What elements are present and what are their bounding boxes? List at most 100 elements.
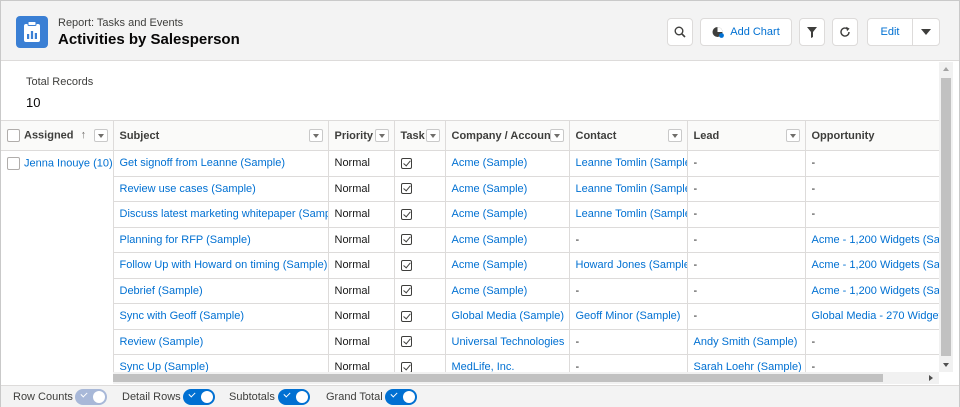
opportunity-cell-value[interactable]: Global Media - 270 Widgets bbox=[812, 310, 940, 322]
subject-cell-value[interactable]: Review (Sample) bbox=[120, 336, 204, 348]
subject-cell: Sync Up (Sample) bbox=[113, 354, 329, 372]
column-header-priority[interactable]: Priority bbox=[328, 120, 395, 151]
contact-cell-value[interactable]: Geoff Minor (Sample) bbox=[576, 310, 681, 322]
company-cell-value[interactable]: Acme (Sample) bbox=[452, 285, 528, 297]
contact-cell: - bbox=[569, 354, 688, 372]
company-cell-value[interactable]: Acme (Sample) bbox=[452, 208, 528, 220]
checked-icon bbox=[400, 285, 412, 297]
horizontal-scrollbar[interactable] bbox=[113, 372, 939, 384]
column-header-lead[interactable]: Lead bbox=[687, 120, 806, 151]
priority-cell-value: Normal bbox=[334, 310, 370, 323]
company-cell-value[interactable]: Global Media (Sample) bbox=[452, 310, 565, 322]
contact-cell-value[interactable]: Leanne Tomlin (Sample) bbox=[576, 157, 687, 169]
grand-total-toggle[interactable] bbox=[385, 389, 417, 405]
subject-cell-value[interactable]: Planning for RFP (Sample) bbox=[120, 234, 251, 246]
task-cell bbox=[394, 354, 446, 372]
table-row: Follow Up with Howard on timing (Sample)… bbox=[1, 252, 940, 279]
company-cell-value[interactable]: Acme (Sample) bbox=[452, 234, 528, 246]
group-name[interactable]: Jenna Inouye bbox=[24, 157, 90, 169]
company-cell-value[interactable]: MedLife, Inc. bbox=[452, 361, 515, 372]
lead-cell: - bbox=[687, 201, 806, 228]
add-chart-button[interactable]: Add Chart bbox=[700, 18, 792, 46]
column-header-task[interactable]: Task bbox=[394, 120, 446, 151]
chevron-down-icon bbox=[921, 29, 931, 35]
row-counts-toggle[interactable] bbox=[75, 389, 107, 405]
subject-cell-value[interactable]: Sync with Geoff (Sample) bbox=[120, 310, 245, 322]
contact-cell-value[interactable]: Leanne Tomlin (Sample) bbox=[576, 183, 687, 195]
column-menu-button[interactable] bbox=[667, 129, 682, 142]
contact-cell-value: - bbox=[575, 335, 580, 348]
edit-button[interactable]: Edit bbox=[867, 18, 913, 46]
table-row: Sync with Geoff (Sample) Normal Global Med… bbox=[1, 303, 940, 330]
checked-icon bbox=[400, 310, 412, 322]
lead-cell-value[interactable]: Andy Smith (Sample) bbox=[694, 336, 798, 348]
opportunity-cell-value: - bbox=[811, 157, 816, 170]
company-cell-value[interactable]: Universal Technologies bbox=[452, 336, 565, 348]
company-cell: Acme (Sample) bbox=[445, 201, 570, 228]
scrollbar-thumb[interactable] bbox=[113, 374, 883, 382]
column-menu-button[interactable] bbox=[93, 129, 108, 142]
table-row: Debrief (Sample) Normal Acme (Sample) - - Acm… bbox=[1, 278, 939, 304]
opportunity-cell-value[interactable]: Acme - 1,200 Widgets (Samp bbox=[812, 285, 940, 297]
contact-cell-value[interactable]: Leanne Tomlin (Sample) bbox=[576, 208, 687, 220]
select-all-checkbox[interactable] bbox=[7, 129, 20, 142]
report-table-container[interactable]: Assigned ↑ Subject Priority Task Company… bbox=[1, 120, 939, 372]
subject-cell-value[interactable]: Discuss latest marketing whitepaper (Sam… bbox=[120, 208, 328, 220]
refresh-button[interactable] bbox=[832, 18, 858, 46]
detail-rows-toggle[interactable] bbox=[183, 389, 215, 405]
page-title: Activities by Salesperson bbox=[58, 31, 240, 48]
group-count: (10) bbox=[93, 157, 113, 170]
company-cell-value[interactable]: Acme (Sample) bbox=[452, 157, 528, 169]
subject-cell-value[interactable]: Follow Up with Howard on timing (Sample) bbox=[120, 259, 328, 271]
column-menu-button[interactable] bbox=[308, 129, 323, 142]
check-icon bbox=[390, 390, 398, 398]
opportunity-cell-value[interactable]: Acme - 1,200 Widgets (Samp bbox=[812, 234, 940, 246]
report-header: Report: Tasks and Events Activities by S… bbox=[1, 1, 959, 61]
subject-cell-value[interactable]: Debrief (Sample) bbox=[120, 285, 203, 297]
priority-cell: Normal bbox=[328, 227, 395, 253]
search-button[interactable] bbox=[667, 18, 693, 46]
contact-cell: - bbox=[569, 227, 688, 253]
priority-cell-value: Normal bbox=[334, 361, 370, 372]
column-header-assigned[interactable]: Assigned ↑ bbox=[1, 120, 114, 151]
scroll-down-icon[interactable] bbox=[943, 363, 949, 367]
column-menu-button[interactable] bbox=[785, 129, 800, 142]
checked-icon bbox=[400, 183, 412, 195]
opportunity-cell-value[interactable]: Acme - 1,200 Widgets (Samp bbox=[812, 259, 940, 271]
company-cell-value[interactable]: Acme (Sample) bbox=[452, 259, 528, 271]
group-checkbox[interactable] bbox=[7, 157, 20, 170]
filter-button[interactable] bbox=[799, 18, 825, 46]
more-actions-button[interactable] bbox=[912, 18, 940, 46]
contact-cell: Leanne Tomlin (Sample) bbox=[569, 201, 688, 228]
scrollbar-thumb[interactable] bbox=[941, 78, 951, 356]
contact-cell-value: - bbox=[575, 361, 580, 372]
company-cell-value[interactable]: Acme (Sample) bbox=[452, 183, 528, 195]
column-menu-button[interactable] bbox=[374, 129, 389, 142]
opportunity-cell: Acme - 1,200 Widgets (Samp bbox=[805, 227, 939, 253]
lead-cell-value[interactable]: Sarah Loehr (Sample) bbox=[694, 361, 802, 372]
priority-cell-value: Normal bbox=[334, 182, 370, 195]
scroll-right-icon[interactable] bbox=[929, 375, 933, 381]
opportunity-cell: Acme - 1,200 Widgets (Samp bbox=[805, 252, 940, 279]
priority-cell: Normal bbox=[328, 150, 395, 177]
column-header-subject[interactable]: Subject bbox=[113, 120, 329, 151]
checked-icon bbox=[400, 336, 412, 348]
contact-cell-value[interactable]: Howard Jones (Sample) bbox=[576, 259, 687, 271]
subject-cell-value[interactable]: Sync Up (Sample) bbox=[120, 361, 209, 372]
column-menu-button[interactable] bbox=[549, 129, 564, 142]
column-header-contact[interactable]: Contact bbox=[569, 120, 688, 151]
subject-cell-value[interactable]: Get signoff from Leanne (Sample) bbox=[120, 157, 286, 169]
scroll-up-icon[interactable] bbox=[943, 67, 949, 71]
column-header-company[interactable]: Company / Account bbox=[445, 120, 570, 151]
opportunity-cell: Global Media - 270 Widgets bbox=[805, 303, 940, 330]
subtotals-toggle[interactable] bbox=[278, 389, 310, 405]
opportunity-cell: - bbox=[805, 354, 939, 372]
subject-cell-value[interactable]: Review use cases (Sample) bbox=[120, 183, 256, 195]
column-menu-button[interactable] bbox=[425, 129, 440, 142]
opportunity-cell-value: - bbox=[811, 208, 816, 221]
lead-cell: - bbox=[687, 176, 806, 202]
priority-cell: Normal bbox=[328, 278, 395, 304]
column-header-opportunity[interactable]: Opportunity bbox=[805, 120, 939, 151]
lead-cell: - bbox=[687, 303, 806, 330]
vertical-scrollbar[interactable] bbox=[939, 62, 953, 372]
